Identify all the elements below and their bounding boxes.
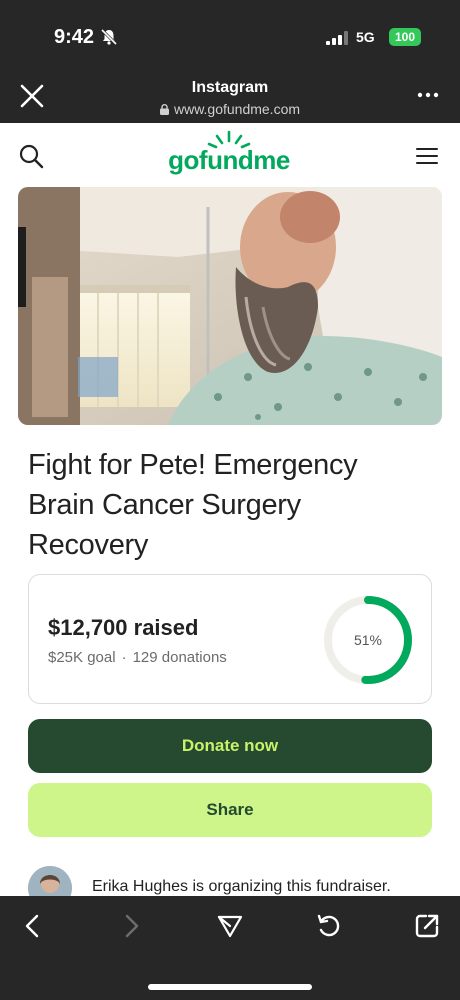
goal-amount: $25K goal — [48, 649, 116, 666]
share-button[interactable]: Share — [28, 783, 432, 837]
open-external-icon[interactable] — [414, 913, 440, 939]
more-icon[interactable] — [416, 90, 440, 100]
browser-title: Instagram — [191, 79, 269, 96]
campaign-hero-image[interactable] — [18, 187, 442, 425]
gofundme-logo[interactable]: gofundme — [164, 129, 294, 179]
progress-card: $12,700 raised $25K goal · 129 donations 5… — [28, 574, 432, 704]
browser-url: www.gofundme.com — [173, 101, 301, 117]
network-type: 5G — [356, 29, 375, 45]
browser-header: Instagram www.gofundme.com — [0, 72, 460, 123]
organizer-avatar[interactable] — [28, 866, 72, 896]
signal-icon — [326, 31, 348, 45]
bell-slash-icon — [100, 28, 118, 46]
home-indicator — [148, 984, 312, 990]
forward-icon[interactable] — [118, 913, 144, 939]
page-content: gofundme Fight for Pete! Emergency Brain… — [0, 123, 460, 896]
battery-icon: 100 — [389, 28, 421, 46]
lock-icon — [159, 104, 169, 115]
browser-url-row[interactable]: www.gofundme.com — [0, 101, 460, 117]
progress-percent: 51% — [353, 632, 383, 648]
logo-text: gofundme — [168, 145, 290, 175]
menu-icon[interactable] — [416, 147, 438, 165]
organizer-text: Erika Hughes is organizing this fundrais… — [92, 878, 391, 895]
back-icon[interactable] — [20, 913, 46, 939]
search-icon[interactable] — [18, 143, 44, 169]
donation-count: 129 donations — [132, 649, 227, 666]
meta-separator: · — [121, 649, 127, 666]
campaign-meta: $25K goal · 129 donations — [48, 649, 227, 666]
campaign-title: Fight for Pete! Emergency Brain Cancer S… — [28, 449, 358, 561]
send-icon[interactable] — [217, 913, 243, 939]
status-time: 9:42 — [54, 26, 95, 48]
status-bar: 9:42 5G 100 — [0, 0, 460, 72]
amount-raised: $12,700 raised — [48, 615, 199, 640]
bottom-toolbar — [0, 896, 460, 1000]
reload-icon[interactable] — [316, 913, 342, 939]
donate-now-button[interactable]: Donate now — [28, 719, 432, 773]
